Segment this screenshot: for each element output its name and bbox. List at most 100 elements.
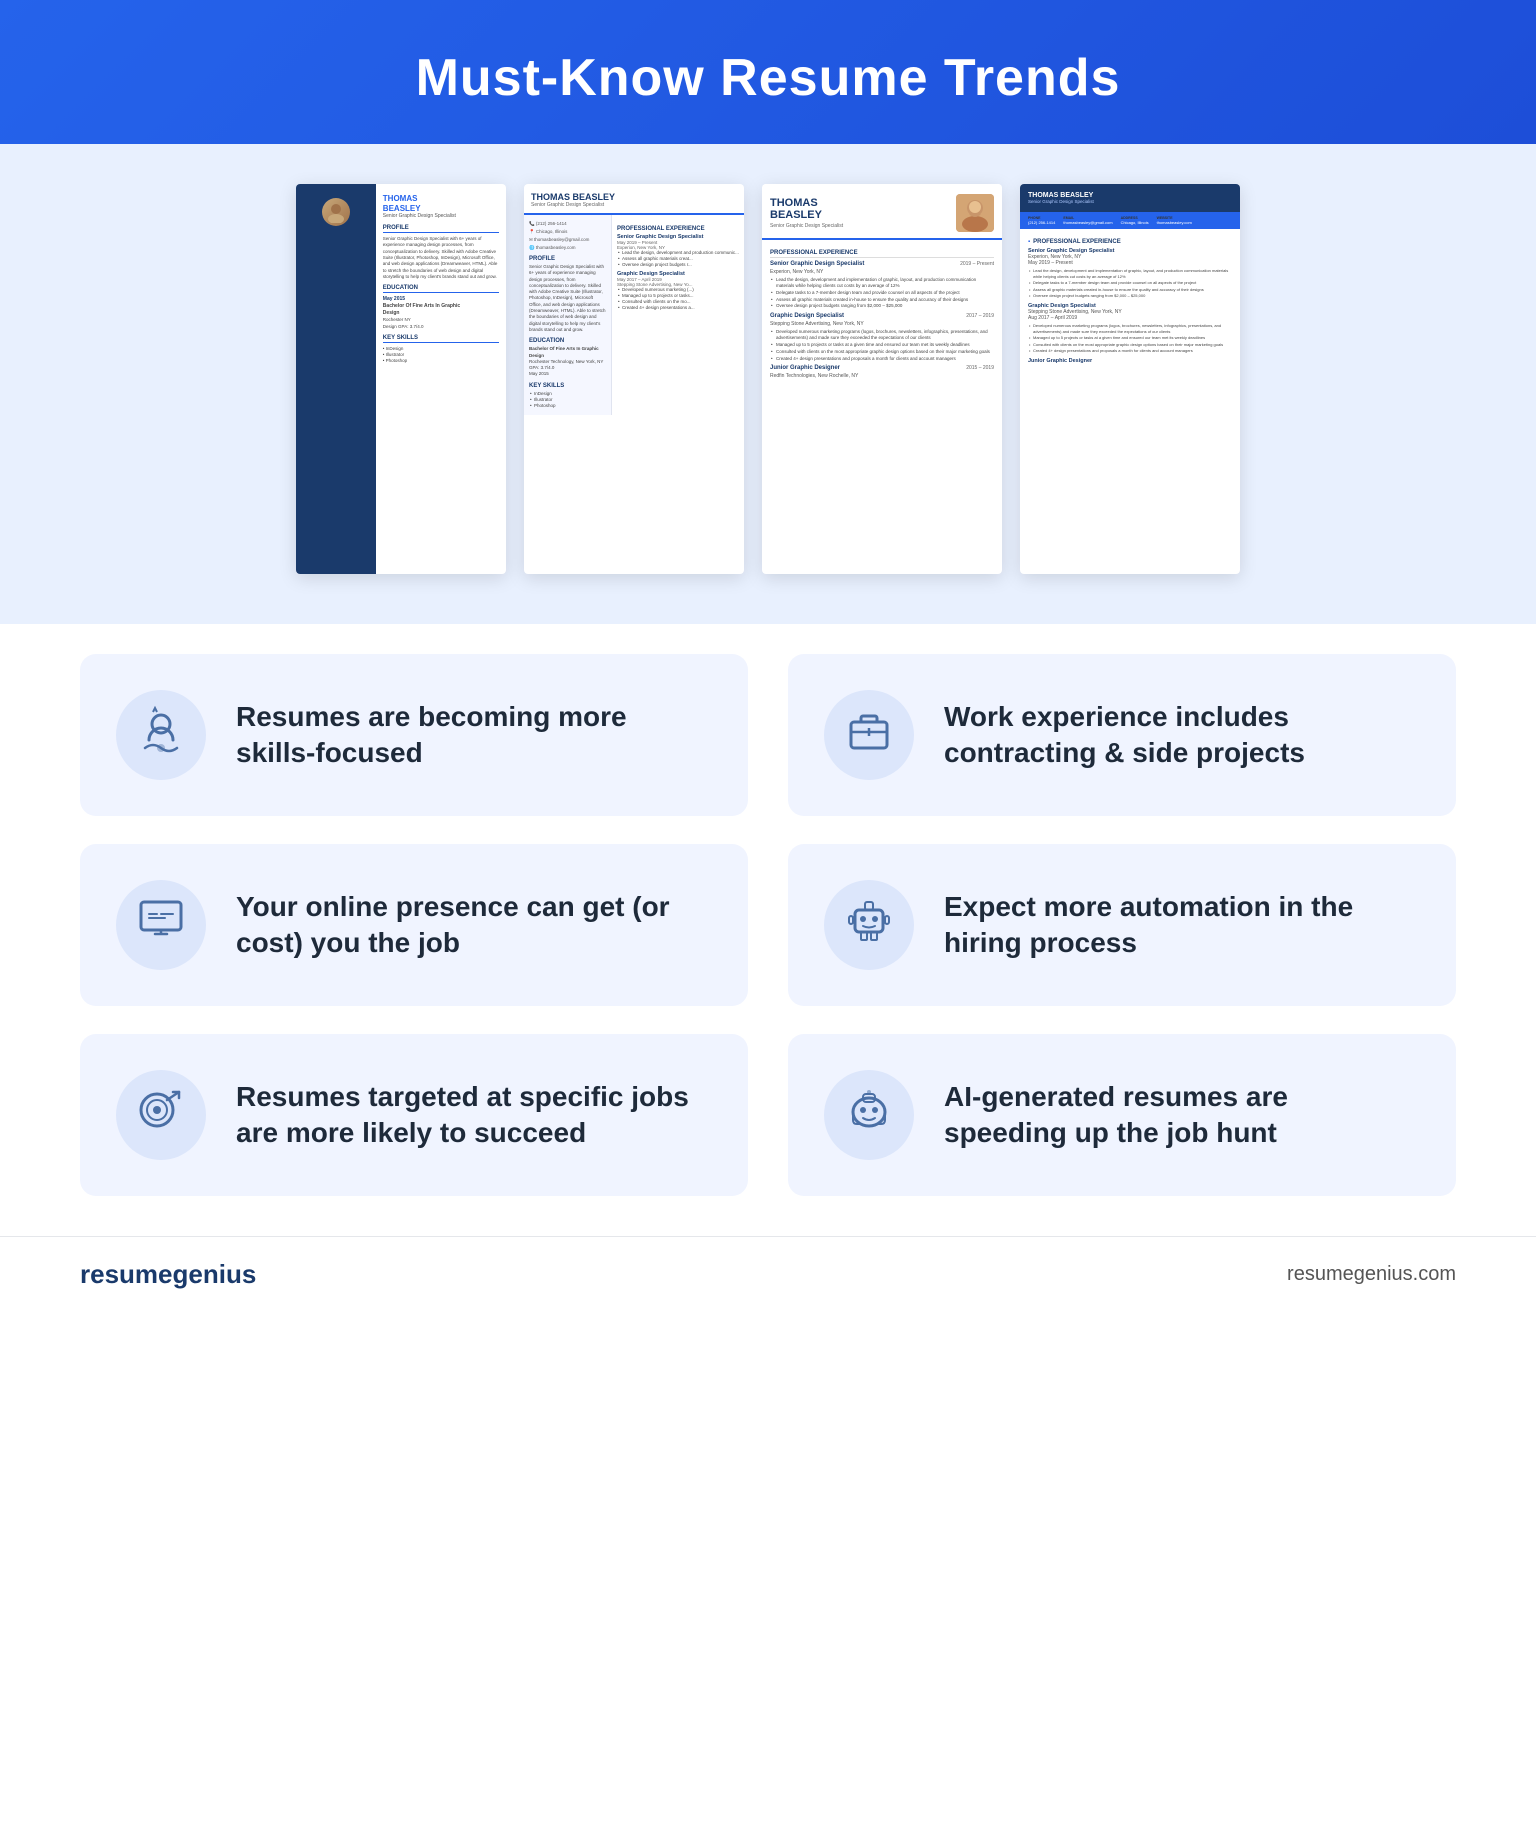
resume-bullet-3-5: Developed numerous marketing programs (l… xyxy=(770,329,994,341)
resume-bullet-4-1: Lead the design, development and impleme… xyxy=(1028,268,1232,279)
resume-card-1: THOMASBEASLEY Senior Graphic Design Spec… xyxy=(296,184,506,574)
resume-skill-2-1: InDesign xyxy=(529,391,606,396)
resume-job-bullet-2-1: Lead the design, development and product… xyxy=(617,250,739,255)
resume-card-3-header: THOMASBEASLEY Senior Graphic Design Spec… xyxy=(762,184,1002,240)
trend-card-ai: AI-generated resumes are speeding up the… xyxy=(788,1034,1456,1196)
resume-job-company-3-3: Redfin Technologies, New Rochelle, NY xyxy=(770,373,994,379)
resume-name-1: THOMASBEASLEY xyxy=(383,194,499,213)
resume-gpa-1: Design GPA: 3.7/4.0 xyxy=(383,324,499,330)
resume-job-title-3-3: Junior Graphic Designer xyxy=(770,365,840,371)
trend-text-targeted: Resumes targeted at specific jobs are mo… xyxy=(236,1079,708,1152)
resume-address-4: Chicago, Illinois xyxy=(1121,220,1149,225)
resume-job-title-3-2: Graphic Design Specialist xyxy=(770,313,844,319)
trend-card-skills: Resumes are becoming more skills-focused xyxy=(80,654,748,816)
trend-text-ai: AI-generated resumes are speeding up the… xyxy=(944,1079,1416,1152)
trend-icon-wrap-targeted xyxy=(116,1070,206,1160)
resume-section-profile-2: PROFILE xyxy=(529,256,606,262)
resume-job-title-3-1: Senior Graphic Design Specialist xyxy=(770,261,864,267)
resume-card-3: THOMASBEASLEY Senior Graphic Design Spec… xyxy=(762,184,1002,574)
page-title: Must-Know Resume Trends xyxy=(20,48,1516,108)
resume-section-education-2: EDUCATION xyxy=(529,338,606,344)
resume-name-4: THOMAS BEASLEY xyxy=(1028,192,1094,199)
resume-subtitle-4: Senior Graphic Design Specialist xyxy=(1028,199,1094,204)
resume-section-skills-1: KEY SKILLS xyxy=(383,335,499,343)
trends-grid: Resumes are becoming more skills-focused… xyxy=(80,654,1456,1196)
page-header: Must-Know Resume Trends xyxy=(0,0,1536,144)
resume-job-company-3-2: Stepping Stone Advertising, New York, NY xyxy=(770,321,994,327)
resume-preview-section: THOMASBEASLEY Senior Graphic Design Spec… xyxy=(0,144,1536,624)
resume-job-company-4-1: Experion, New York, NYMay 2019 – Present xyxy=(1028,254,1232,266)
resume-avatar-1 xyxy=(322,198,350,226)
resume-job-bullet-2-7: Created 4+ design presentations a... xyxy=(617,305,739,310)
resume-degree-1: Bachelor Of Fine Arts In GraphicDesign xyxy=(383,303,499,317)
resume-name-2: THOMAS BEASLEY xyxy=(531,192,737,202)
trend-text-automation: Expect more automation in the hiring pro… xyxy=(944,889,1416,962)
resume-website-2: 🌐 thomasbeasley.com xyxy=(529,245,606,251)
resume-card-2-left: 📞 (212) 256-1414 📍 Chicago, Illinois ✉ t… xyxy=(524,215,612,415)
resume-card-2: THOMAS BEASLEY Senior Graphic Design Spe… xyxy=(524,184,744,574)
resume-bullet-4-5: Developed numerous marketing programs (l… xyxy=(1028,323,1232,334)
trend-icon-wrap-skills xyxy=(116,690,206,780)
resume-profile-2: Senior Graphic Design Specialist with 6+… xyxy=(529,264,606,333)
resume-bullet-4-8: Created 4+ design presentations and prop… xyxy=(1028,348,1232,354)
resume-phone-4: (212) 256-1414 xyxy=(1028,220,1055,225)
trends-section: Resumes are becoming more skills-focused… xyxy=(0,624,1536,1236)
resume-card-4-body: PROFESSIONAL EXPERIENCE Senior Graphic D… xyxy=(1020,229,1240,370)
resume-photo-3 xyxy=(956,194,994,232)
resume-website-4: thomasbeasley.com xyxy=(1157,220,1192,225)
trend-text-online: Your online presence can get (or cost) y… xyxy=(236,889,708,962)
resume-email-4: thomasbeasley@gmail.com xyxy=(1063,220,1112,225)
resume-job-title-4-3: Junior Graphic Designer xyxy=(1028,358,1092,364)
resume-job-date-3-1: 2019 – Present xyxy=(960,261,994,267)
resume-job-company-2-2: May 2017 – April 2019Stepping Stone Adve… xyxy=(617,277,739,287)
resume-card-4: THOMAS BEASLEY Senior Graphic Design Spe… xyxy=(1020,184,1240,574)
resume-job-bullet-2-6: Consulted with clients on the mo... xyxy=(617,299,739,304)
resume-email-2: ✉ thomasbeasley@gmail.com xyxy=(529,237,606,243)
brand-logo: resumegenius xyxy=(80,1259,256,1290)
resume-name-3: THOMASBEASLEY xyxy=(770,197,948,221)
trend-text-contracting: Work experience includes contracting & s… xyxy=(944,699,1416,772)
resume-bullet-3-1: Lead the design, development and impleme… xyxy=(770,277,994,289)
resume-card-1-main: THOMASBEASLEY Senior Graphic Design Spec… xyxy=(376,184,506,373)
resume-card-1-sidebar xyxy=(296,184,376,574)
resume-card-2-right: PROFESSIONAL EXPERIENCE Senior Graphic D… xyxy=(612,215,744,415)
page-footer: resumegenius resumegenius.com xyxy=(0,1236,1536,1312)
trend-icon-wrap-ai xyxy=(824,1070,914,1160)
resume-skill-3: • Photoshop xyxy=(383,358,499,364)
trend-icon-wrap-contracting xyxy=(824,690,914,780)
trend-card-online: Your online presence can get (or cost) y… xyxy=(80,844,748,1006)
footer-url: resumegenius.com xyxy=(1287,1263,1456,1286)
resume-grad-date-2: May 2015 xyxy=(529,371,606,377)
resume-job-bullet-2-5: Managed up to 5 projects or tasks... xyxy=(617,293,739,298)
resume-bullet-3-3: Assess all graphic materials created in-… xyxy=(770,297,994,303)
resume-card-2-cols: 📞 (212) 256-1414 📍 Chicago, Illinois ✉ t… xyxy=(524,215,744,415)
trend-card-automation: Expect more automation in the hiring pro… xyxy=(788,844,1456,1006)
resume-bullet-4-6: Managed up to 5 projects or tasks at a g… xyxy=(1028,335,1232,341)
resume-card-4-header: THOMAS BEASLEY Senior Graphic Design Spe… xyxy=(1020,184,1240,212)
resume-bullet-3-2: Delegate tasks to a 7-member design team… xyxy=(770,290,994,296)
gear-skills-icon xyxy=(135,704,187,766)
resume-contact-bar-4: PHONE (212) 256-1414 EMAIL thomasbeasley… xyxy=(1020,212,1240,229)
monitor-icon xyxy=(135,894,187,956)
resume-bullet-3-6: Managed up to 5 projects or tasks at a g… xyxy=(770,342,994,348)
robot-icon xyxy=(843,894,895,956)
target-icon xyxy=(135,1084,187,1146)
resume-skill-2-2: Illustrator xyxy=(529,397,606,402)
resume-job-date-3-2: 2017 – 2019 xyxy=(966,313,994,319)
resume-section-exp-3: PROFESSIONAL EXPERIENCE xyxy=(770,250,994,258)
resume-job-company-2-1: May 2019 – PresentExperion, New York, NY xyxy=(617,240,739,250)
resume-job-header-4-3: Junior Graphic Designer xyxy=(1028,358,1232,364)
resume-job-company-4-2: Stepping Stone Advertising, New York, NY… xyxy=(1028,309,1232,321)
resume-card-3-body: PROFESSIONAL EXPERIENCE Senior Graphic D… xyxy=(762,240,1002,387)
resume-location-2: 📍 Chicago, Illinois xyxy=(529,229,606,235)
resume-degree-2: Bachelor Of Fine Arts In Graphic Design xyxy=(529,346,606,359)
resume-section-exp-4: PROFESSIONAL EXPERIENCE xyxy=(1028,239,1232,245)
trend-card-targeted: Resumes targeted at specific jobs are mo… xyxy=(80,1034,748,1196)
trend-icon-wrap-online xyxy=(116,880,206,970)
brand-first: resume xyxy=(80,1259,173,1289)
resume-bullet-4-3: Assess all graphic materials created in-… xyxy=(1028,287,1232,293)
resume-job-header-3-2: Graphic Design Specialist 2017 – 2019 xyxy=(770,313,994,319)
trend-text-skills: Resumes are becoming more skills-focused xyxy=(236,699,708,772)
resume-job-header-3-1: Senior Graphic Design Specialist 2019 – … xyxy=(770,261,994,267)
resume-job-bullet-2-3: Oversee design project budgets r... xyxy=(617,262,739,267)
